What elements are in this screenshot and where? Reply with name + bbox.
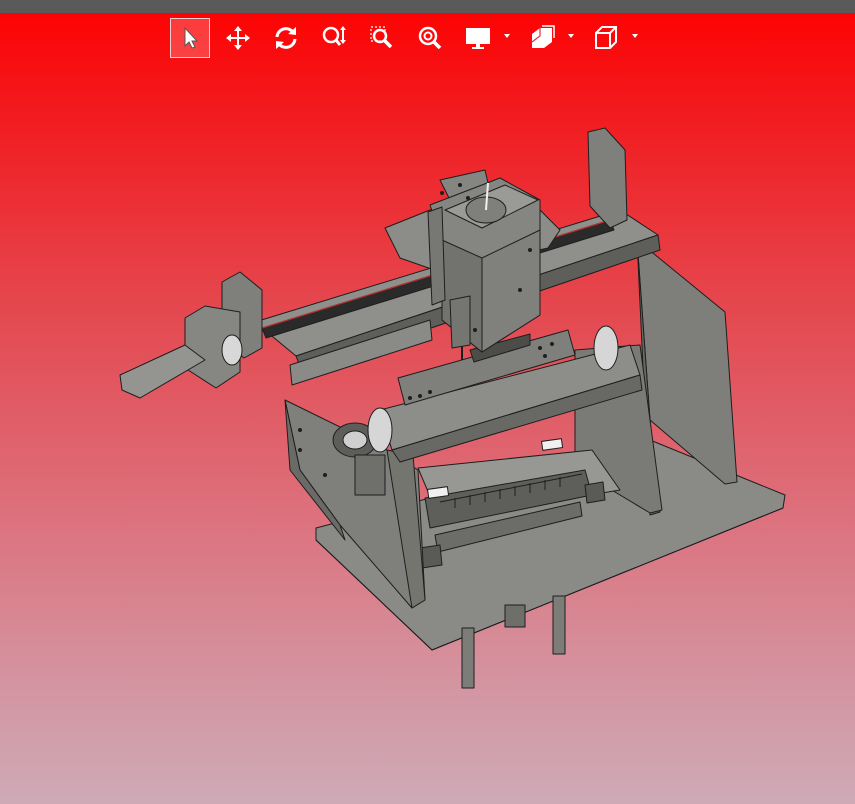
3d-viewport[interactable]	[0, 0, 855, 804]
cnc-gantry-assembly-model[interactable]	[0, 0, 855, 804]
